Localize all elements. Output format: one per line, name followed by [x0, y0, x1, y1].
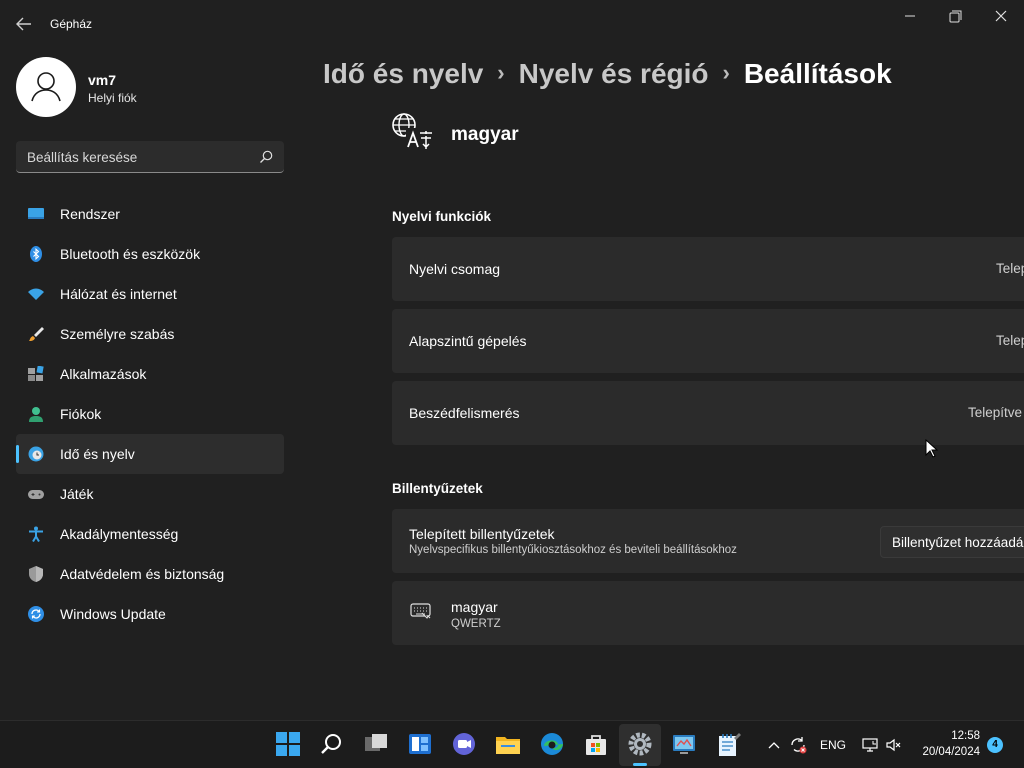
keyboard-item-row[interactable]: magyar QWERTZ: [392, 581, 1024, 645]
clock-time[interactable]: 12:58: [920, 730, 980, 742]
chevron-up-icon[interactable]: [764, 735, 784, 755]
sidebar-item-label: Személyre szabás: [60, 326, 175, 342]
teams-chat-icon[interactable]: [450, 730, 478, 758]
wifi-icon: [28, 286, 44, 302]
sidebar-item-label: Fiókok: [60, 406, 102, 422]
section-title-keyboards: Billentyűzetek: [392, 481, 483, 496]
widgets-icon[interactable]: [406, 730, 434, 758]
notepad-icon[interactable]: [714, 730, 742, 758]
status-text: Telep: [996, 333, 1024, 348]
search-input[interactable]: Beállítás keresése: [16, 141, 284, 173]
back-arrow-icon[interactable]: [12, 12, 36, 36]
language-pack-row[interactable]: Nyelvi csomag Telep: [392, 237, 1024, 301]
control-panel-icon[interactable]: [670, 730, 698, 758]
mouse-cursor-icon: [925, 438, 939, 459]
page-title: Beállítások: [743, 58, 892, 89]
status-text: Telepítve: [968, 405, 1023, 420]
sidebar-item-apps[interactable]: Alkalmazások: [16, 354, 284, 394]
time-language-icon: [28, 446, 44, 462]
sidebar-item-windows-update[interactable]: Windows Update: [16, 594, 284, 634]
sidebar-item-label: Rendszer: [60, 206, 120, 222]
update-icon: [28, 606, 44, 622]
keyboard-layout: QWERTZ: [451, 618, 501, 630]
start-icon[interactable]: [274, 730, 302, 758]
app-title: Gépház: [50, 17, 93, 31]
breadcrumb-item-language-region[interactable]: Nyelv és régió: [519, 58, 709, 89]
breadcrumb-item-time-language[interactable]: Idő és nyelv: [323, 58, 483, 89]
taskbar-active-indicator: [633, 763, 647, 766]
language-name: magyar: [451, 124, 519, 145]
sidebar-item-label: Adatvédelem és biztonság: [60, 566, 225, 582]
sidebar-item-label: Játék: [60, 486, 94, 502]
sidebar-item-accounts[interactable]: Fiókok: [16, 394, 284, 434]
taskbar: ENG 12:58 20/04/2024 4: [0, 720, 1024, 768]
sidebar-item-label: Windows Update: [60, 606, 166, 622]
add-keyboard-button[interactable]: Billentyűzet hozzáadá: [880, 526, 1024, 558]
keyboard-icon: [410, 603, 432, 621]
search-icon[interactable]: [258, 149, 274, 165]
network-icon[interactable]: [860, 735, 880, 755]
card-label: Beszédfelismerés: [409, 405, 520, 421]
shield-icon: [28, 566, 44, 582]
installed-keyboards-row: Telepített billentyűzetek Nyelvspecifiku…: [392, 509, 1024, 573]
avatar[interactable]: [16, 57, 76, 117]
accessibility-icon: [28, 526, 44, 543]
gamepad-icon: [28, 486, 44, 502]
speech-recognition-row[interactable]: Beszédfelismerés Telepítve: [392, 381, 1024, 445]
sidebar-item-system[interactable]: Rendszer: [16, 194, 284, 234]
basic-typing-row[interactable]: Alapszintű gépelés Telep: [392, 309, 1024, 373]
chevron-right-icon: ›: [722, 60, 730, 85]
card-description: Nyelvspecifikus billentyűkiosztásokhoz é…: [409, 544, 737, 556]
add-keyboard-button-label: Billentyűzet hozzáadá: [892, 535, 1024, 550]
sync-icon[interactable]: [788, 735, 808, 755]
section-title-language-features: Nyelvi funkciók: [392, 209, 492, 224]
profile-account-type: Helyi fiók: [88, 91, 137, 105]
sidebar-item-gaming[interactable]: Játék: [16, 474, 284, 514]
sidebar-item-network[interactable]: Hálózat és internet: [16, 274, 284, 314]
card-label: Telepített billentyűzetek: [409, 526, 555, 542]
accounts-icon: [28, 406, 44, 422]
sidebar-item-label: Idő és nyelv: [60, 446, 135, 462]
profile-name: vm7: [88, 72, 117, 88]
user-icon: [31, 72, 61, 102]
system-icon: [28, 206, 44, 222]
sidebar-item-privacy[interactable]: Adatvédelem és biztonság: [16, 554, 284, 594]
maximize-icon[interactable]: [943, 6, 967, 30]
breadcrumb: Idő és nyelv › Nyelv és régió › Beállítások: [323, 58, 892, 90]
clock-date[interactable]: 20/04/2024: [900, 746, 980, 758]
notification-badge[interactable]: 4: [987, 737, 1003, 753]
settings-icon[interactable]: [626, 730, 654, 758]
brush-icon: [28, 326, 44, 342]
sidebar-item-time-language[interactable]: Idő és nyelv: [16, 434, 284, 474]
sidebar-item-label: Alkalmazások: [60, 366, 147, 382]
bluetooth-icon: [28, 246, 44, 262]
sidebar-item-accessibility[interactable]: Akadálymentesség: [16, 514, 284, 554]
sidebar-item-label: Hálózat és internet: [60, 286, 177, 302]
chevron-right-icon: ›: [497, 60, 505, 85]
task-view-icon[interactable]: [362, 730, 390, 758]
store-icon[interactable]: [582, 730, 610, 758]
keyboard-name: magyar: [451, 599, 498, 615]
apps-icon: [28, 365, 44, 382]
search-icon[interactable]: [318, 730, 346, 758]
language-icon: [390, 111, 434, 151]
close-icon[interactable]: [989, 6, 1013, 30]
edge-icon[interactable]: [538, 730, 566, 758]
sidebar-item-label: Akadálymentesség: [60, 526, 179, 542]
search-placeholder: Beállítás keresése: [27, 150, 138, 165]
sidebar-item-personalization[interactable]: Személyre szabás: [16, 314, 284, 354]
input-language-indicator[interactable]: ENG: [820, 738, 846, 752]
minimize-icon[interactable]: [898, 6, 922, 30]
card-label: Alapszintű gépelés: [409, 333, 527, 349]
file-explorer-icon[interactable]: [494, 730, 522, 758]
status-text: Telep: [996, 261, 1024, 276]
sidebar-nav: Rendszer Bluetooth és eszközök Hálózat é…: [16, 194, 284, 634]
sidebar-item-bluetooth[interactable]: Bluetooth és eszközök: [16, 234, 284, 274]
card-label: Nyelvi csomag: [409, 261, 501, 277]
sidebar-item-label: Bluetooth és eszközök: [60, 246, 201, 262]
title-bar: Gépház: [0, 0, 1024, 48]
